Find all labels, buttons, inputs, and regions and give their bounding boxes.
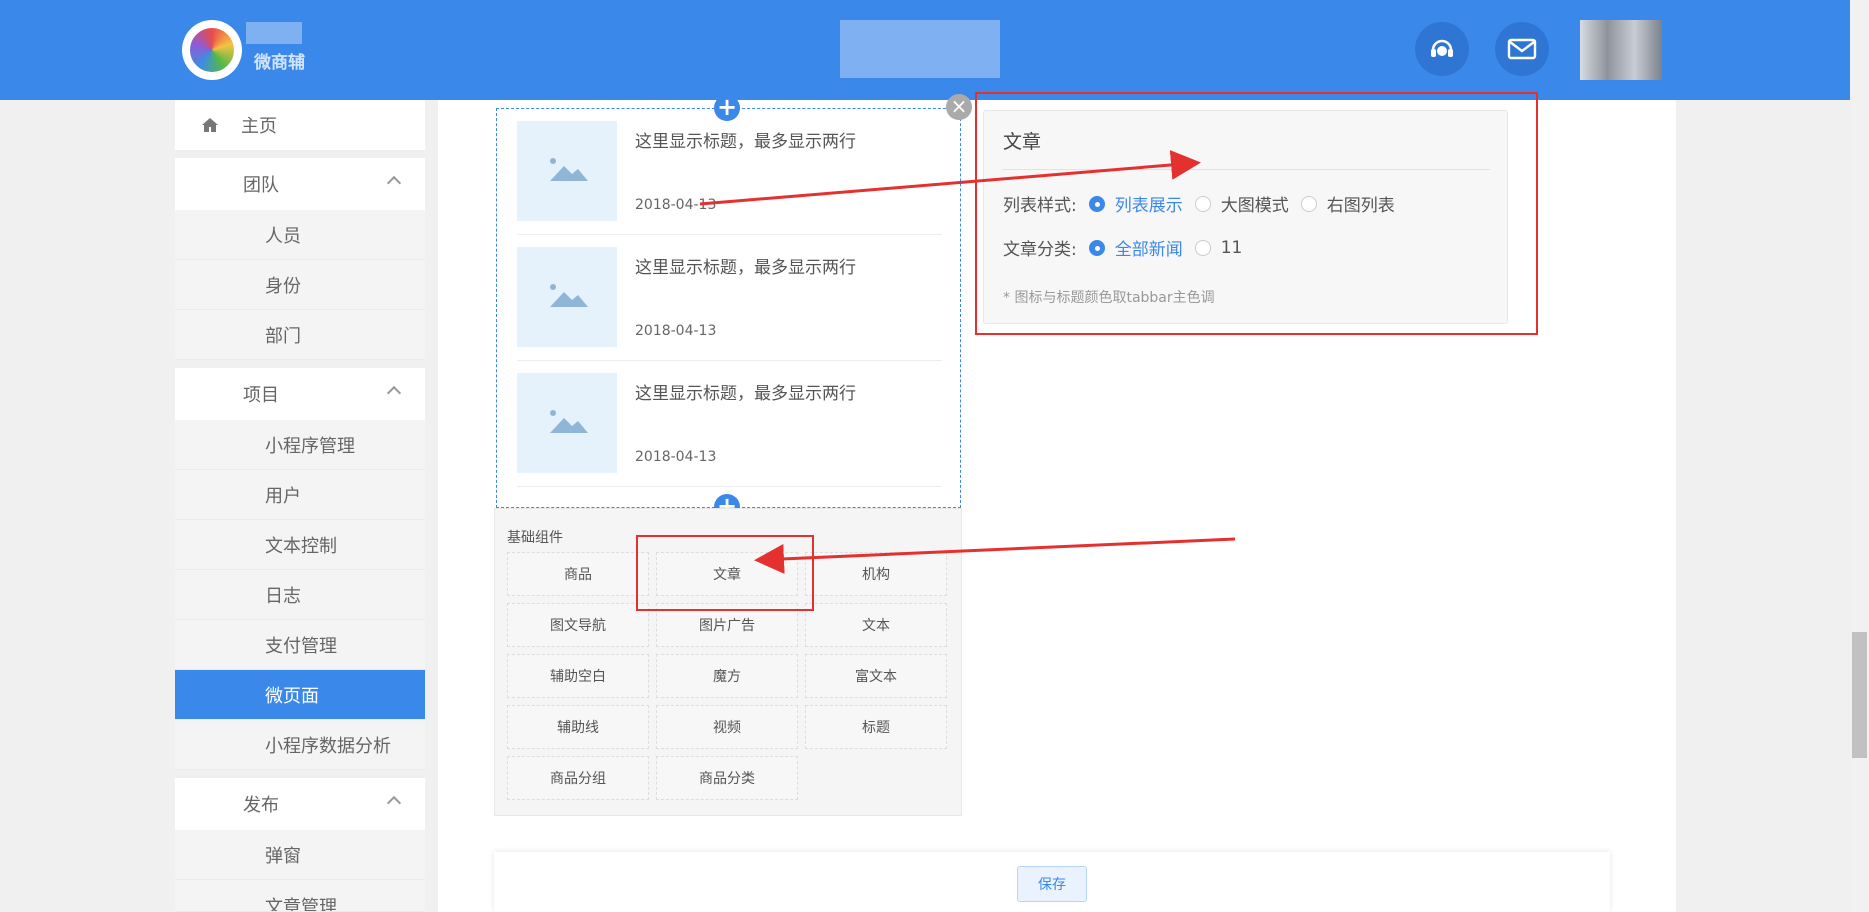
save-button[interactable]: 保存 <box>1017 866 1087 902</box>
scrollbar[interactable] <box>1850 0 1869 912</box>
scrollbar-thumb[interactable] <box>1852 632 1867 758</box>
annotation-arrows <box>699 150 1236 574</box>
save-bar: 保存 <box>494 852 1610 912</box>
